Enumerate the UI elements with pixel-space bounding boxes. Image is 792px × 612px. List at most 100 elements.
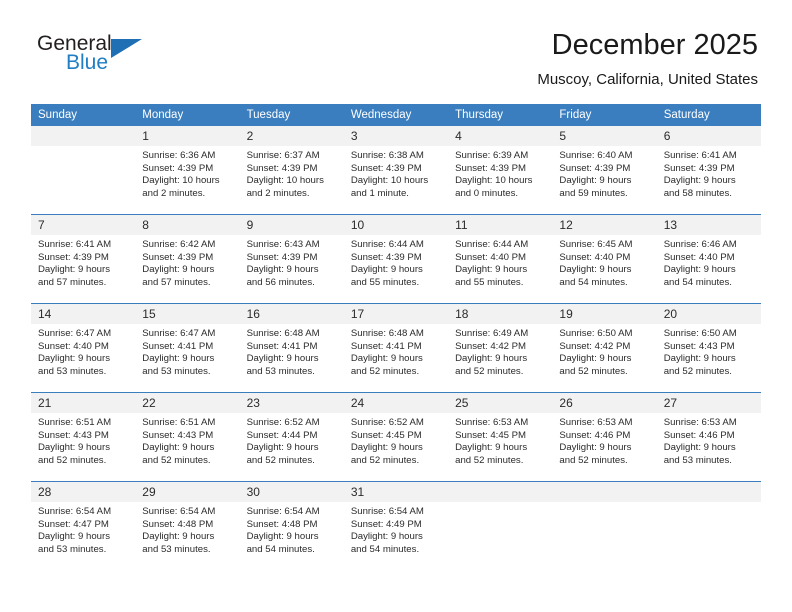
calendar-empty-cell — [656, 481, 761, 570]
day-detail-line: Sunset: 4:39 PM — [350, 162, 422, 174]
day-detail-line: Sunset: 4:49 PM — [350, 518, 422, 530]
day-detail-line: Sunset: 4:40 PM — [455, 251, 527, 263]
day-detail-line: Sunrise: 6:48 AM — [350, 328, 424, 339]
calendar-day-cell[interactable]: 11 Sunrise: 6:44 AM Sunset: 4:40 PM Dayligh… — [448, 214, 553, 304]
day-number: 21 — [31, 393, 136, 413]
day-detail-line: Sunset: 4:40 PM — [38, 340, 109, 352]
day-detail-line: Daylight: 10 hours — [246, 175, 324, 187]
day-detail-line: Sunset: 4:41 PM — [246, 340, 318, 352]
day-details: Sunrise: 6:41 AM Sunset: 4:39 PM Daylight:… — [31, 235, 135, 289]
day-detail-line: Daylight: 9 hours — [663, 175, 736, 187]
calendar-day-cell[interactable]: 13 Sunrise: 6:46 AM Sunset: 4:40 PM Dayligh… — [656, 214, 761, 304]
day-number: 2 — [239, 126, 344, 146]
day-detail-line: and 52 minutes. — [350, 365, 420, 377]
day-number: 9 — [239, 215, 344, 235]
day-detail-line: Sunrise: 6:50 AM — [559, 328, 633, 339]
day-number: 18 — [448, 304, 553, 324]
day-detail-line: and 55 minutes. — [455, 276, 524, 288]
calendar-day-cell[interactable]: 28 Sunrise: 6:54 AM Sunset: 4:47 PM Dayligh… — [31, 481, 136, 570]
logo-text-blue: Blue — [66, 51, 109, 74]
day-detail-line: Sunrise: 6:40 AM — [559, 150, 633, 161]
day-detail-line: Sunset: 4:40 PM — [559, 251, 631, 263]
day-number: 28 — [31, 482, 136, 502]
day-details: Sunrise: 6:46 AM Sunset: 4:40 PM Daylight:… — [657, 235, 761, 289]
calendar-day-cell[interactable]: 6 Sunrise: 6:41 AM Sunset: 4:39 PM Daylight… — [656, 126, 761, 215]
calendar-day-cell[interactable]: 12 Sunrise: 6:45 AM Sunset: 4:40 PM Dayligh… — [552, 214, 657, 304]
day-details — [448, 502, 552, 506]
day-details: Sunrise: 6:50 AM Sunset: 4:42 PM Daylight:… — [552, 324, 656, 378]
day-details: Sunrise: 6:54 AM Sunset: 4:49 PM Daylight:… — [344, 502, 448, 556]
day-details: Sunrise: 6:43 AM Sunset: 4:39 PM Daylight:… — [240, 235, 344, 289]
day-detail-line: Sunrise: 6:47 AM — [142, 328, 216, 339]
day-detail-line: Sunset: 4:39 PM — [350, 251, 422, 263]
day-number: 8 — [135, 215, 240, 235]
day-detail-line: Sunrise: 6:45 AM — [559, 239, 633, 250]
calendar-day-cell[interactable]: 18 Sunrise: 6:49 AM Sunset: 4:42 PM Dayligh… — [448, 303, 553, 393]
day-details — [657, 502, 761, 506]
day-number: 20 — [656, 304, 761, 324]
calendar-day-cell[interactable]: 7 Sunrise: 6:41 AM Sunset: 4:39 PM Daylight… — [31, 214, 136, 304]
day-detail-line: Daylight: 9 hours — [455, 353, 528, 365]
calendar-day-cell[interactable]: 30 Sunrise: 6:54 AM Sunset: 4:48 PM Dayligh… — [239, 481, 344, 570]
day-details: Sunrise: 6:47 AM Sunset: 4:41 PM Daylight:… — [135, 324, 239, 378]
day-number: 6 — [656, 126, 761, 146]
calendar-day-cell[interactable]: 20 Sunrise: 6:50 AM Sunset: 4:43 PM Dayligh… — [656, 303, 761, 393]
day-detail-line: and 54 minutes. — [246, 543, 315, 555]
day-detail-line: Sunset: 4:39 PM — [142, 162, 214, 174]
calendar-day-cell[interactable]: 22 Sunrise: 6:51 AM Sunset: 4:43 PM Dayligh… — [135, 392, 240, 482]
calendar-day-cell[interactable]: 29 Sunrise: 6:54 AM Sunset: 4:48 PM Dayligh… — [135, 481, 240, 570]
calendar-day-cell[interactable]: 9 Sunrise: 6:43 AM Sunset: 4:39 PM Daylight… — [239, 214, 344, 304]
day-detail-line: Sunrise: 6:47 AM — [38, 328, 112, 339]
day-detail-line: and 52 minutes. — [246, 454, 315, 466]
day-number: 12 — [552, 215, 657, 235]
day-number: 26 — [552, 393, 657, 413]
calendar-day-cell[interactable]: 10 Sunrise: 6:44 AM Sunset: 4:39 PM Dayligh… — [343, 214, 449, 304]
day-detail-line: Sunset: 4:42 PM — [455, 340, 527, 352]
calendar-day-cell[interactable]: 21 Sunrise: 6:51 AM Sunset: 4:43 PM Dayligh… — [31, 392, 136, 482]
calendar-day-cell[interactable]: 17 Sunrise: 6:48 AM Sunset: 4:41 PM Dayligh… — [343, 303, 449, 393]
calendar-day-cell[interactable]: 27 Sunrise: 6:53 AM Sunset: 4:46 PM Dayligh… — [656, 392, 761, 482]
day-detail-line: Sunset: 4:43 PM — [663, 340, 735, 352]
day-number: 31 — [343, 482, 449, 502]
day-detail-line: and 53 minutes. — [142, 543, 211, 555]
calendar-day-cell[interactable]: 2 Sunrise: 6:37 AM Sunset: 4:39 PM Daylight… — [239, 126, 344, 215]
calendar-day-cell[interactable]: 5 Sunrise: 6:40 AM Sunset: 4:39 PM Daylight… — [552, 126, 657, 215]
weekday-header-saturday: Saturday — [656, 104, 761, 126]
day-detail-line: Sunrise: 6:37 AM — [246, 150, 320, 161]
calendar-day-cell[interactable]: 1 Sunrise: 6:36 AM Sunset: 4:39 PM Daylight… — [135, 126, 240, 215]
day-detail-line: Sunrise: 6:53 AM — [455, 417, 529, 428]
day-detail-line: Sunset: 4:40 PM — [663, 251, 735, 263]
calendar-week-row: 28 Sunrise: 6:54 AM Sunset: 4:47 PM Dayligh… — [31, 481, 761, 570]
calendar-day-cell[interactable]: 16 Sunrise: 6:48 AM Sunset: 4:41 PM Dayligh… — [239, 303, 344, 393]
day-detail-line: Sunset: 4:43 PM — [38, 429, 109, 441]
calendar-day-cell[interactable]: 23 Sunrise: 6:52 AM Sunset: 4:44 PM Dayligh… — [239, 392, 344, 482]
day-detail-line: and 52 minutes. — [455, 454, 524, 466]
day-detail-line: Sunset: 4:45 PM — [455, 429, 527, 441]
day-detail-line: Daylight: 10 hours — [350, 175, 429, 187]
day-number: 7 — [31, 215, 136, 235]
weekday-header-thursday: Thursday — [448, 104, 553, 126]
day-detail-line: Sunrise: 6:54 AM — [38, 506, 112, 517]
day-detail-line: Daylight: 9 hours — [559, 353, 632, 365]
calendar-day-cell[interactable]: 26 Sunrise: 6:53 AM Sunset: 4:46 PM Dayligh… — [552, 392, 657, 482]
calendar-day-cell[interactable]: 4 Sunrise: 6:39 AM Sunset: 4:39 PM Daylight… — [448, 126, 553, 215]
day-detail-line: Sunrise: 6:42 AM — [142, 239, 216, 250]
calendar-day-cell[interactable]: 31 Sunrise: 6:54 AM Sunset: 4:49 PM Dayligh… — [343, 481, 449, 570]
calendar-day-cell[interactable]: 15 Sunrise: 6:47 AM Sunset: 4:41 PM Dayligh… — [135, 303, 240, 393]
day-details: Sunrise: 6:37 AM Sunset: 4:39 PM Daylight:… — [240, 146, 344, 200]
calendar-day-cell[interactable]: 8 Sunrise: 6:42 AM Sunset: 4:39 PM Daylight… — [135, 214, 240, 304]
day-detail-line: Sunrise: 6:36 AM — [142, 150, 216, 161]
day-details: Sunrise: 6:39 AM Sunset: 4:39 PM Daylight:… — [448, 146, 552, 200]
day-detail-line: Sunset: 4:45 PM — [350, 429, 422, 441]
day-detail-line: Daylight: 10 hours — [142, 175, 220, 187]
calendar-day-cell[interactable]: 14 Sunrise: 6:47 AM Sunset: 4:40 PM Dayligh… — [31, 303, 136, 393]
title-block: December 2025 Muscoy, California, United… — [537, 28, 758, 91]
day-details: Sunrise: 6:52 AM Sunset: 4:45 PM Daylight:… — [344, 413, 448, 467]
day-detail-line: Daylight: 9 hours — [38, 531, 110, 543]
calendar-day-cell[interactable]: 19 Sunrise: 6:50 AM Sunset: 4:42 PM Dayligh… — [552, 303, 657, 393]
calendar-day-cell[interactable]: 25 Sunrise: 6:53 AM Sunset: 4:45 PM Dayligh… — [448, 392, 553, 482]
day-details: Sunrise: 6:52 AM Sunset: 4:44 PM Daylight:… — [240, 413, 344, 467]
calendar-day-cell[interactable]: 24 Sunrise: 6:52 AM Sunset: 4:45 PM Dayligh… — [343, 392, 449, 482]
day-detail-line: Daylight: 9 hours — [38, 442, 110, 454]
calendar-day-cell[interactable]: 3 Sunrise: 6:38 AM Sunset: 4:39 PM Daylight… — [343, 126, 449, 215]
